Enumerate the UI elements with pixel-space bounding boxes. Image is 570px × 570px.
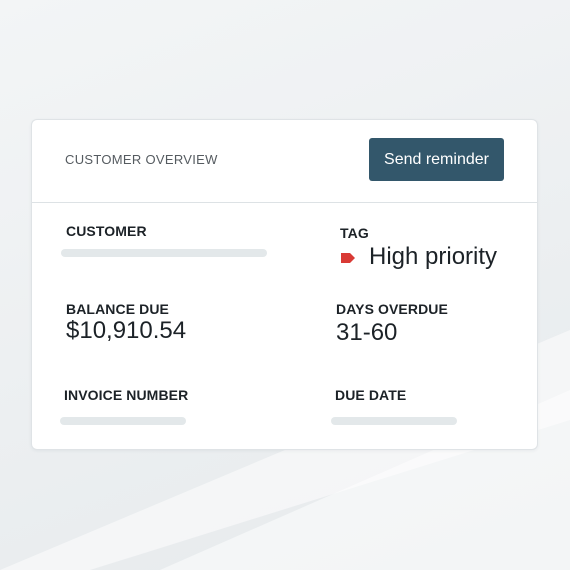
tag-text: High priority [369, 243, 498, 270]
tag-icon [340, 251, 356, 263]
days-overdue-label: DAYS OVERDUE [336, 301, 448, 317]
tag-label: TAG [340, 225, 369, 241]
days-overdue-value: 31-60 [336, 319, 398, 346]
balance-due-label: BALANCE DUE [66, 301, 169, 317]
card-title: CUSTOMER OVERVIEW [65, 152, 218, 167]
customer-overview-card: CUSTOMER OVERVIEW Send reminder CUSTOMER… [31, 119, 538, 450]
send-reminder-button[interactable]: Send reminder [369, 138, 504, 181]
due-date-label: DUE DATE [335, 387, 407, 403]
customer-label: CUSTOMER [66, 223, 147, 239]
invoice-number-placeholder [60, 417, 186, 425]
card-header: CUSTOMER OVERVIEW Send reminder [32, 120, 537, 203]
customer-placeholder [61, 249, 267, 257]
due-date-placeholder [331, 417, 457, 425]
tag-value: High priority [340, 243, 497, 271]
balance-due-value: $10,910.54 [66, 317, 187, 344]
invoice-number-label: INVOICE NUMBER [64, 387, 189, 403]
